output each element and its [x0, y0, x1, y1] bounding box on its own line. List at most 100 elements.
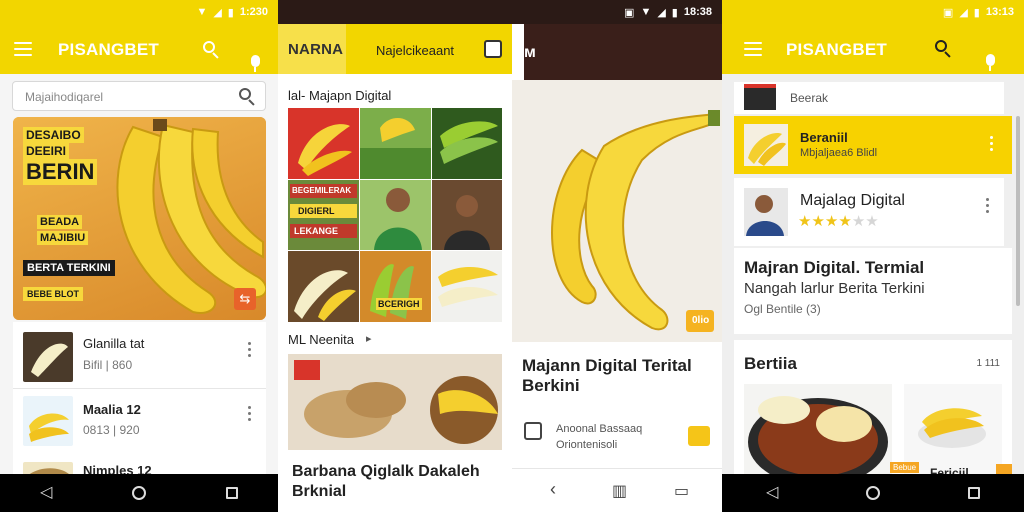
- app-title: PISANGBET: [786, 40, 887, 59]
- list-item[interactable]: Glanilla tat Bifil | 860: [13, 330, 266, 386]
- header-subtitle: Najelcikeaant: [376, 43, 455, 58]
- system-nav-bar: ◁: [0, 474, 278, 512]
- star-empty-icon: ★: [851, 213, 866, 230]
- feature-image[interactable]: [288, 354, 502, 450]
- list-item-selected[interactable]: Beraniil Mbjaljaea6 Blidl: [734, 116, 1012, 174]
- wifi-icon: ▼: [196, 6, 208, 18]
- screen-1: ▼ ◢ ▮ 1:230 PISANGBET Majaihodiqarel DES…: [0, 0, 278, 512]
- back-icon[interactable]: ◁: [766, 485, 778, 501]
- list-item-thumbnail: [23, 332, 73, 382]
- chevron-right-icon[interactable]: ▸: [366, 332, 372, 345]
- search-field[interactable]: Majaihodiqarel: [12, 81, 266, 111]
- list-item-subtitle: Mbjaljaea6 Blidl: [800, 147, 878, 159]
- signal-icon: ◢: [213, 6, 222, 19]
- save-icon[interactable]: ▭: [674, 481, 689, 501]
- more-icon[interactable]: [248, 342, 252, 357]
- list-item-title: Beraniil: [800, 130, 848, 145]
- grid-image-peeled[interactable]: [288, 251, 359, 322]
- stats-icon[interactable]: ▥: [612, 481, 627, 501]
- calendar-icon[interactable]: [484, 40, 502, 58]
- header-mark-icon: м: [524, 44, 536, 61]
- more-icon[interactable]: [990, 136, 994, 151]
- grid-image-halves[interactable]: [432, 251, 502, 322]
- app-title: PISANGBET: [58, 40, 159, 59]
- list-item[interactable]: Maalia 12 0813 | 920: [13, 394, 266, 450]
- poster-line5: MAJIBIU: [37, 231, 89, 245]
- recents-icon[interactable]: [226, 487, 239, 499]
- header-dark-bar: [524, 24, 722, 80]
- menu-icon[interactable]: [14, 42, 32, 56]
- article-block[interactable]: Majran Digital. Termial Nangah larlur Be…: [734, 248, 1012, 334]
- more-icon[interactable]: [248, 406, 252, 421]
- list-item-subtitle: 0813 | 920: [83, 423, 140, 437]
- bookmark-icon[interactable]: [688, 426, 710, 446]
- status-time: 13:13: [985, 6, 1014, 18]
- list-item-title: Glanilla tat: [83, 336, 145, 351]
- star-icon: ★: [798, 213, 812, 230]
- star-empty-icon: ★: [865, 213, 879, 230]
- screen-2-article: ▣ ▼ ◢ ▮ 18:38 м 0lio Majann Digital Teri…: [512, 0, 722, 512]
- recents-icon[interactable]: [968, 487, 981, 499]
- list-item-thumbnail: [744, 124, 788, 166]
- bottom-toolbar: ‹ ▥ ▭: [512, 468, 722, 512]
- divider: [13, 388, 266, 389]
- mic-icon[interactable]: [249, 55, 261, 73]
- grid-image-people[interactable]: [432, 180, 502, 250]
- hero-poster[interactable]: DESAIBO DEEIRI BERIN BEADA MAJIBIU BERTA…: [13, 117, 266, 320]
- article-meta-2: Oriontenisoli: [556, 439, 618, 451]
- feature-title: Barbana Qiglalk Dakaleh Brknial: [292, 463, 480, 500]
- section-title: Bertiia: [744, 354, 797, 373]
- list-item-thumbnail: [744, 188, 788, 236]
- list-item[interactable]: Beerak: [734, 82, 1004, 114]
- signal-icon: ◢: [657, 6, 666, 19]
- battery-icon: ▮: [227, 6, 234, 19]
- section-badge: Bebue: [890, 462, 920, 473]
- status-bar: [278, 0, 512, 24]
- search-icon[interactable]: [935, 40, 951, 58]
- list-item[interactable]: Majalag Digital ★★★★★★: [734, 178, 1004, 246]
- screen-2: NARNA Najelcikeaant lal- Majapn Digital …: [278, 0, 524, 512]
- search-icon[interactable]: [203, 41, 219, 59]
- list-item-subtitle: Bifil | 860: [83, 358, 133, 372]
- grid-image-bunch[interactable]: [432, 108, 502, 179]
- poster-line6: BERTA TERKINI: [23, 260, 115, 276]
- hero-badge: 0lio: [692, 315, 710, 326]
- system-nav-bar: ◁: [722, 474, 1024, 512]
- mic-icon[interactable]: [984, 54, 996, 72]
- list-item[interactable]: Nimples 12: [13, 458, 266, 474]
- section-image-bowl[interactable]: [904, 384, 1002, 474]
- article-hero-image[interactable]: [512, 80, 722, 342]
- scrollbar[interactable]: [1016, 116, 1020, 306]
- back-icon[interactable]: ◁: [40, 485, 52, 501]
- list-item-title: Maalia 12: [83, 402, 141, 417]
- back-icon[interactable]: ‹: [550, 479, 556, 500]
- home-icon[interactable]: [132, 486, 147, 500]
- poster-line4: BEADA: [37, 215, 83, 229]
- screen-3: ▣ ◢ ▮ 13:13 PISANGBET Beerak Beraniil Mb…: [722, 0, 1024, 512]
- menu-icon[interactable]: [744, 42, 762, 56]
- section-card: Bertiia 1 111 Fericiil Bebue: [734, 340, 1012, 480]
- source-icon: [524, 422, 542, 440]
- list-item-thumbnail: [23, 462, 73, 474]
- list-item-title: Nimples 12: [83, 463, 152, 474]
- article-meta: Ogl Bentile (3): [744, 302, 821, 316]
- app-title: NARNA: [288, 41, 344, 58]
- battery-icon: ▮: [671, 6, 678, 19]
- section-image-curry[interactable]: [744, 384, 892, 474]
- sim-icon: ▣: [942, 6, 954, 19]
- search-field-icon[interactable]: [239, 88, 255, 106]
- home-icon[interactable]: [866, 486, 881, 500]
- more-icon[interactable]: [986, 198, 990, 213]
- article-title: Majann Digital Terital Berkini: [522, 356, 692, 395]
- signal-icon: ◢: [959, 6, 968, 19]
- grid-image-bunch2[interactable]: [360, 251, 431, 322]
- grid-image-presenter[interactable]: [360, 180, 431, 250]
- grid-image-man[interactable]: [360, 108, 431, 179]
- poster-line2: DEEIRI: [23, 143, 70, 159]
- section-more-link[interactable]: 1 111: [976, 358, 1000, 369]
- grid-image-banana-red[interactable]: [288, 108, 359, 179]
- grid-banner-text1: BEGEMILERAK: [292, 186, 352, 195]
- grid-banner-text3: LEKANGE: [294, 226, 339, 236]
- poster-action-icon[interactable]: ⇆: [234, 288, 256, 310]
- section-title: lal- Majapn Digital: [288, 88, 392, 103]
